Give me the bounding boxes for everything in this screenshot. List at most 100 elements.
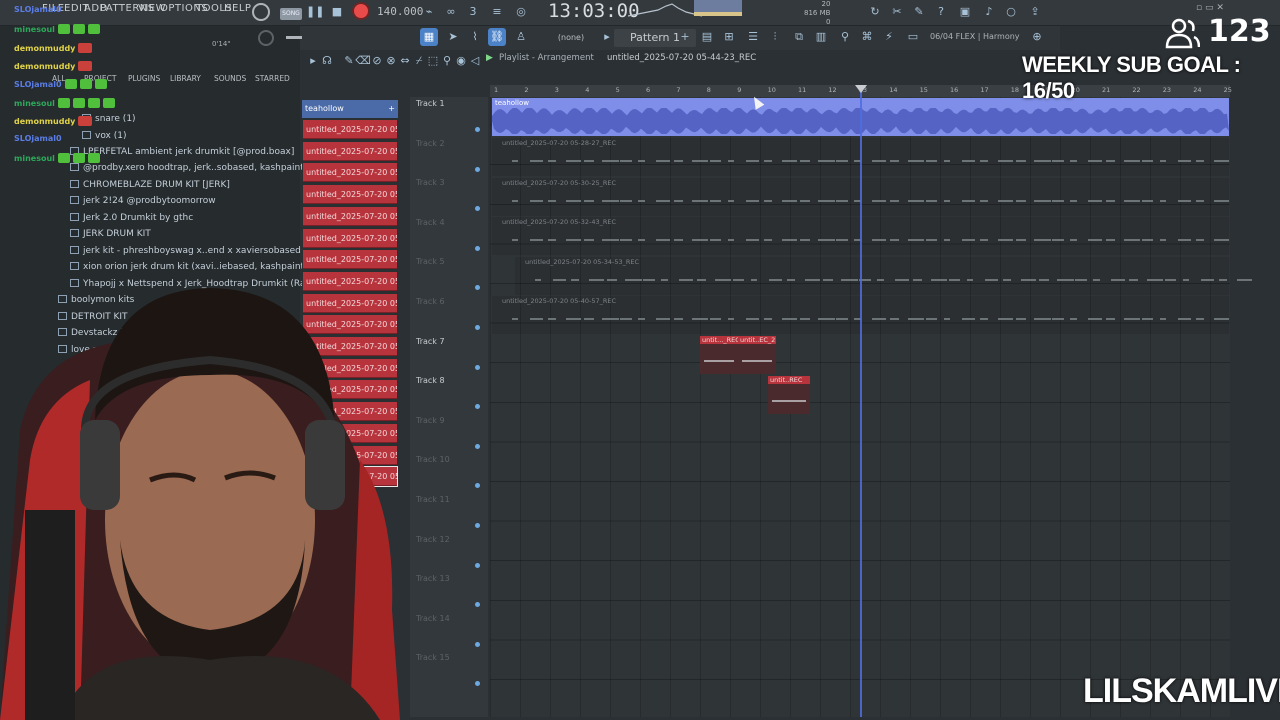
track-led-icon[interactable] — [475, 523, 480, 528]
playhead[interactable] — [860, 85, 862, 717]
pen-icon[interactable]: ✎ — [910, 3, 928, 21]
waveform — [1111, 278, 1125, 281]
plugin-icon[interactable]: ⚲ — [836, 28, 854, 46]
playlist-window-icon[interactable]: ▦ — [420, 28, 438, 46]
window-controls-icon[interactable]: ▫ ▭ ✕ — [1196, 3, 1224, 13]
audio-clip[interactable]: untitled_2025-07-20 05-34-53_REC — [515, 256, 1252, 295]
tab-library[interactable]: LIBRARY — [170, 74, 201, 83]
cut-icon[interactable]: ✂ — [888, 3, 906, 21]
song-mode-button[interactable]: SONG — [280, 8, 302, 20]
tempo-display[interactable]: 140.000 — [377, 5, 423, 18]
piano-roll-icon[interactable]: ⌇ — [466, 28, 484, 46]
stop-icon[interactable]: ■ — [328, 3, 346, 21]
add-pattern-icon[interactable]: + — [676, 28, 694, 46]
audio-clip[interactable]: untit..._REC — [700, 336, 740, 374]
browser-slider[interactable] — [286, 36, 302, 39]
browser-folder[interactable]: CHROMEBLAZE DRUM KIT [JERK] — [70, 180, 230, 190]
mixer-channel-icon[interactable]: ♙ — [512, 28, 530, 46]
tab-starred[interactable]: STARRED — [255, 74, 290, 83]
globe-icon[interactable]: ⊕ — [1028, 28, 1046, 46]
waveform — [1214, 318, 1229, 321]
track-header[interactable]: Track 5 — [416, 257, 445, 266]
mic-icon[interactable]: ♪ — [980, 3, 998, 21]
record-button[interactable] — [352, 2, 370, 20]
track-led-icon[interactable] — [475, 443, 480, 449]
channel-name: LILSKAMLIVE — [1083, 672, 1280, 710]
picker-clip[interactable]: untitled_2025-07-20 05... — [303, 228, 397, 248]
clip-label: untitled_2025-07-20 05-30-25_REC — [502, 178, 617, 187]
audio-clip[interactable]: untit..EC_2 — [738, 336, 776, 374]
picker-clip[interactable]: untitled_2025-07-20 05... — [303, 250, 397, 270]
playlist-play-icon[interactable]: ▶ — [486, 53, 493, 63]
track-led-icon[interactable] — [475, 245, 480, 251]
browser-folder[interactable]: jerk 2!24 @prodbytoomorrow — [70, 196, 216, 206]
graph-icon[interactable]: ⊞ — [720, 28, 738, 46]
picker-clip[interactable]: untitled_2025-07-20 05... — [303, 185, 397, 205]
browser-knob[interactable] — [258, 30, 274, 46]
audio-clip[interactable]: untit..REC — [768, 376, 810, 414]
playhead-marker-icon[interactable] — [855, 85, 867, 93]
list-icon[interactable]: ☰ — [744, 28, 762, 46]
waveform — [1178, 199, 1191, 202]
picker-clip[interactable]: untitled_2025-07-20 05... — [303, 141, 397, 161]
mixer-icon[interactable]: ⫶ — [766, 28, 784, 46]
step-seq-icon[interactable]: ▤ — [698, 28, 716, 46]
waveform — [620, 239, 632, 242]
countdown-icon[interactable]: ≡ — [488, 3, 506, 21]
track-led-icon[interactable] — [475, 127, 480, 132]
master-volume-knob[interactable] — [252, 3, 270, 21]
track-header[interactable]: Track 1 — [416, 99, 445, 108]
screen-icon[interactable]: ▭ — [904, 28, 922, 46]
tab-sounds[interactable]: SOUNDS — [214, 74, 246, 83]
waveform — [962, 199, 975, 202]
waveform — [548, 239, 556, 242]
link-icon[interactable]: ⛓ — [488, 28, 506, 46]
tag-icon[interactable]: ⌘ — [858, 28, 876, 46]
browser-item[interactable]: vox (1) — [82, 131, 127, 141]
track-led-icon[interactable] — [475, 364, 480, 370]
picker-clip[interactable]: untitled_2025-07-20 05... — [303, 163, 397, 183]
browser-icon[interactable]: ▥ — [812, 28, 830, 46]
track-header[interactable]: Track 3 — [416, 178, 445, 187]
loop-icon[interactable]: ∞ — [442, 3, 460, 21]
waveform — [692, 160, 708, 162]
track-led-icon[interactable] — [475, 641, 480, 647]
track-led-icon[interactable] — [475, 562, 480, 568]
arrow-icon[interactable]: ➤ — [444, 28, 462, 46]
waveform — [535, 278, 541, 281]
help-icon[interactable]: ? — [932, 3, 950, 21]
waveform — [674, 239, 683, 242]
browser-folder[interactable]: Jerk 2.0 Drumkit by gthc — [70, 213, 193, 223]
speaker-icon[interactable]: ◁ — [466, 52, 484, 70]
menu-help[interactable]: HELP — [224, 3, 251, 14]
browser-folder[interactable]: xion orion jerk drum kit (xavi..iebased,… — [70, 262, 342, 272]
waveform — [1052, 160, 1064, 162]
save-icon[interactable]: ▣ — [956, 3, 974, 21]
picker-clip[interactable]: untitled_2025-07-20 05... — [303, 206, 397, 226]
step-edit-icon[interactable]: 3 — [464, 3, 482, 21]
upload-icon[interactable]: ⇪ — [1026, 3, 1044, 21]
picker-header[interactable]: teahollow + — [302, 100, 398, 118]
channel-rack-icon[interactable]: ⧉ — [790, 28, 808, 46]
track-header[interactable]: Track 2 — [416, 139, 445, 148]
browser-folder[interactable]: LPERFETAL ambient jerk drumkit [@prod.bo… — [70, 147, 294, 157]
waveform — [908, 160, 924, 162]
plug-icon[interactable]: ⚡ — [880, 28, 898, 46]
track-led-icon[interactable] — [475, 166, 480, 172]
pause-icon[interactable]: ❚❚ — [306, 3, 324, 21]
browser-folder[interactable]: JERK DRUM KIT — [70, 229, 151, 239]
tab-plugins[interactable]: PLUGINS — [128, 74, 160, 83]
waveform — [877, 278, 884, 281]
waveform — [998, 199, 1013, 202]
blend-icon[interactable]: ◎ — [512, 3, 530, 21]
refresh-icon[interactable]: ↻ — [866, 3, 884, 21]
picker-clip[interactable]: untitled_2025-07-20 05... — [303, 120, 397, 139]
headphones-icon[interactable]: ☊ — [318, 52, 336, 70]
pattern-filter-select[interactable]: (none) — [536, 29, 606, 47]
track-header[interactable]: Track 4 — [416, 218, 445, 227]
metronome-icon[interactable]: ⌁ — [420, 3, 438, 21]
folder-icon — [70, 196, 79, 204]
browser-folder[interactable]: jerk kit - phreshboyswag x..end x xavier… — [70, 246, 342, 256]
chat-icon[interactable]: ○ — [1002, 3, 1020, 21]
track-led-icon[interactable] — [475, 325, 480, 330]
